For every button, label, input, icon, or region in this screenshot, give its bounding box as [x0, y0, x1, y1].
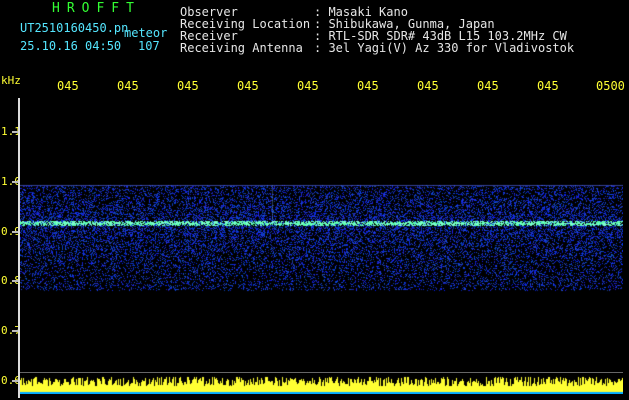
- time-tick: 045: [297, 79, 319, 93]
- antenna-value: : 3el Yagi(V) Az 330 for Vladivostok: [314, 41, 575, 55]
- spectrogram-plot: [20, 98, 623, 394]
- time-tick: 045: [237, 79, 259, 93]
- freq-tick-mark: [12, 380, 18, 382]
- freq-tick-mark: [12, 131, 18, 133]
- event-count: 107: [138, 39, 160, 53]
- time-tick: 045: [477, 79, 499, 93]
- freq-tick-mark: [12, 181, 18, 183]
- freq-tick-mark: [12, 280, 18, 282]
- program-name: HROFFT: [52, 1, 141, 16]
- plot-baseline: [20, 372, 623, 373]
- time-tick: 045: [417, 79, 439, 93]
- antenna-label: Receiving Antenna: [180, 41, 303, 55]
- freq-tick-mark: [12, 231, 18, 233]
- time-tick: 045: [117, 79, 139, 93]
- time-tick: 045: [537, 79, 559, 93]
- datetime: 25.10.16 04:50: [20, 39, 122, 53]
- time-tick: 045: [57, 79, 79, 93]
- freq-unit-label: kHz: [1, 74, 21, 87]
- time-tick: 045: [177, 79, 199, 93]
- filename: UT2510160450.pn: [20, 21, 129, 35]
- freq-tick-mark: [12, 330, 18, 332]
- time-tick: 0500: [596, 79, 625, 93]
- time-tick: 045: [357, 79, 379, 93]
